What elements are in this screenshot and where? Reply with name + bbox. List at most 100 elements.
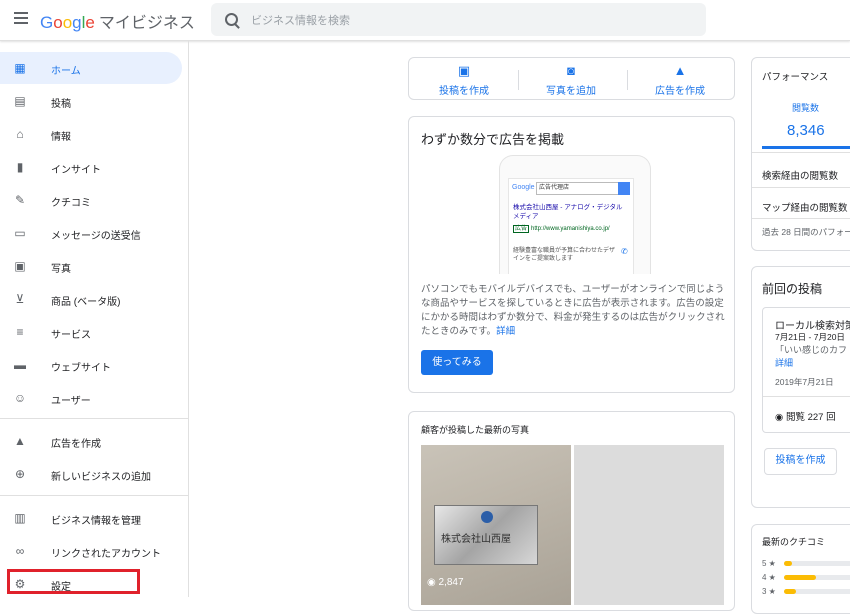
rating-row-label: 5 ★: [762, 559, 776, 568]
rating-bar: [784, 575, 850, 580]
customer-photo[interactable]: 株式会社山西屋 ◉ 2,847: [421, 445, 571, 605]
search-placeholder: ビジネス情報を検索: [251, 15, 350, 27]
last-post-card: 前回の投稿 ローカル検索対策 7月21日 - 7月20日 「いい感じのカフ 詳細…: [751, 266, 850, 508]
sidebar-item-label: メッセージの送受信: [51, 231, 141, 242]
ad-card-title: わずか数分で広告を掲載: [421, 132, 565, 147]
post-headline: ローカル検索対策: [775, 321, 850, 332]
nameplate-logo: [481, 511, 493, 523]
bar-chart-icon: ▮: [16, 160, 24, 174]
create-ad-button[interactable]: ▲ 広告を作成: [630, 64, 730, 98]
sidebar-item-reviews[interactable]: ✎ クチコミ: [0, 184, 182, 216]
create-ad-label: 広告を作成: [655, 86, 705, 97]
sidebar-item-info[interactable]: ⌂ 情報: [0, 118, 182, 150]
sidebar-item-manage-business[interactable]: ▥ ビジネス情報を管理: [0, 502, 182, 534]
website-icon: ▬: [14, 358, 26, 372]
logo-letter: o: [62, 13, 73, 32]
google-ads-icon: ▲: [14, 434, 26, 448]
sidebar-item-label: 新しいビジネスの追加: [51, 472, 151, 483]
store-icon: ⌂: [16, 127, 24, 141]
create-post-label: 投稿を作成: [439, 86, 489, 97]
sidebar-item-linked-accounts[interactable]: ∞ リンクされたアカウント: [0, 535, 182, 567]
list-icon: ≡: [16, 325, 24, 339]
create-post-button[interactable]: 投稿を作成: [764, 448, 837, 475]
sidebar-item-label: クチコミ: [51, 198, 91, 209]
search-input[interactable]: ビジネス情報を検索: [211, 3, 706, 36]
mock-ad-url: 広告 http://www.yamanishiya.co.jp/: [513, 223, 610, 233]
post-preview[interactable]: ローカル検索対策 7月21日 - 7月20日 「いい感じのカフ 詳細 2019年…: [762, 307, 850, 433]
customer-photos-title: 顧客が投稿した最新の写真: [421, 425, 530, 435]
mock-ad-title: 株式会社山西屋 - アナログ・デジタルメディア: [513, 204, 623, 220]
app-name: マイビジネス: [98, 15, 195, 32]
maps-views-row: マップ経由の閲覧数: [762, 203, 848, 214]
customer-photo-placeholder[interactable]: [574, 445, 724, 605]
nameplate-image: 株式会社山西屋: [434, 505, 538, 565]
rating-bar: [784, 561, 850, 566]
performance-period-note: 過去 28 日間のパフォー: [762, 227, 850, 237]
post-create-icon: ▣: [457, 63, 471, 78]
sidebar-item-label: 商品 (ベータ版): [51, 297, 121, 308]
sidebar-item-label: ホーム: [51, 66, 81, 77]
sidebar-item-home[interactable]: ▦ ホーム: [0, 52, 182, 84]
mock-ad-badge: 広告: [513, 225, 530, 233]
latest-reviews-card: 最新のクチコミ 5 ★ 4 ★ 3 ★: [751, 524, 850, 614]
sidebar-item-label: サービス: [51, 330, 91, 341]
eye-icon: ◉: [427, 577, 439, 588]
sidebar-item-label: インサイト: [51, 165, 101, 176]
building-icon: ▥: [14, 511, 26, 525]
add-photo-icon: ◙: [567, 63, 575, 78]
mock-google-logo: Google: [512, 184, 535, 191]
divider: [763, 396, 850, 397]
sidebar-item-posts[interactable]: ▤ 投稿: [0, 85, 182, 117]
qa-separator: [627, 70, 628, 90]
ad-card-body: パソコンでもモバイルデバイスでも、ユーザーがオンラインで同じような商品やサービス…: [421, 283, 726, 339]
add-location-icon: ⊕: [14, 467, 26, 481]
rating-stars-value: 3: [762, 587, 767, 596]
divider: [752, 218, 850, 219]
sidebar-item-label: 情報: [51, 132, 71, 143]
latest-reviews-title: 最新のクチコミ: [762, 537, 826, 547]
nameplate-text: 株式会社山西屋: [441, 534, 511, 545]
add-photo-button[interactable]: ◙ 写真を追加: [521, 63, 621, 98]
views-metric-label[interactable]: 閲覧数: [792, 101, 819, 114]
sidebar-item-add-business[interactable]: ⊕ 新しいビジネスの追加: [0, 458, 182, 490]
sidebar-item-products[interactable]: ⊻ 商品 (ベータ版): [0, 283, 182, 315]
app-logo[interactable]: Google マイビジネス: [40, 9, 195, 33]
phone-mockup-illustration: Google 広告代理店 株式会社山西屋 - アナログ・デジタルメディア 広告 h…: [499, 155, 651, 274]
customer-photos-card: 顧客が投稿した最新の写真 株式会社山西屋 ◉ 2,847: [408, 411, 735, 611]
sidebar: ▦ ホーム ▤ 投稿 ⌂ 情報 ▮ インサイト ✎ クチコミ ▭ メッセージの送…: [0, 41, 189, 597]
post-more-link[interactable]: 詳細: [775, 356, 793, 369]
rating-stars-value: 4: [762, 573, 767, 582]
create-post-button[interactable]: ▣ 投稿を作成: [414, 63, 514, 98]
menu-icon[interactable]: [14, 12, 28, 26]
ad-details-link[interactable]: 詳細: [496, 326, 515, 337]
views-metric-value: 8,346: [787, 122, 825, 139]
post-snippet: 「いい感じのカフ: [775, 345, 848, 355]
sidebar-item-create-ad[interactable]: ▲ 広告を作成: [0, 425, 182, 457]
rating-bar-fill: [784, 561, 792, 566]
rating-stars-value: 5: [762, 559, 767, 568]
ad-body-text: パソコンでもモバイルデバイスでも、ユーザーがオンラインで同じような商品やサービス…: [421, 284, 725, 337]
sidebar-item-website[interactable]: ▬ ウェブサイト: [0, 349, 182, 381]
sidebar-item-photos[interactable]: ▣ 写真: [0, 250, 182, 282]
get-started-button[interactable]: 使ってみる: [421, 350, 493, 375]
logo-letter: G: [40, 13, 54, 32]
divider: [752, 152, 850, 153]
rating-bar-fill: [784, 575, 816, 580]
rating-bar: [784, 589, 850, 594]
add-person-icon: ☺: [13, 391, 27, 405]
photo-views: ◉ 2,847: [427, 577, 464, 588]
rating-row-label: 3 ★: [762, 587, 776, 596]
sidebar-item-messages[interactable]: ▭ メッセージの送受信: [0, 217, 182, 249]
sidebar-item-label: 写真: [51, 264, 71, 275]
ad-promo-card: わずか数分で広告を掲載 Google 広告代理店 株式会社山西屋 - アナログ・…: [408, 116, 735, 393]
sidebar-item-users[interactable]: ☺ ユーザー: [0, 382, 182, 414]
post-views-text: 閲覧 227 回: [785, 412, 836, 423]
sidebar-item-insights[interactable]: ▮ インサイト: [0, 151, 182, 183]
sidebar-item-label: ウェブサイト: [51, 363, 111, 374]
posts-icon: ▤: [14, 94, 26, 108]
dashboard-icon: ▦: [14, 61, 26, 75]
link-icon: ∞: [15, 544, 25, 558]
sidebar-item-services[interactable]: ≡ サービス: [0, 316, 182, 348]
basket-icon: ⊻: [15, 292, 25, 306]
post-views: ◉ 閲覧 227 回: [775, 409, 836, 423]
